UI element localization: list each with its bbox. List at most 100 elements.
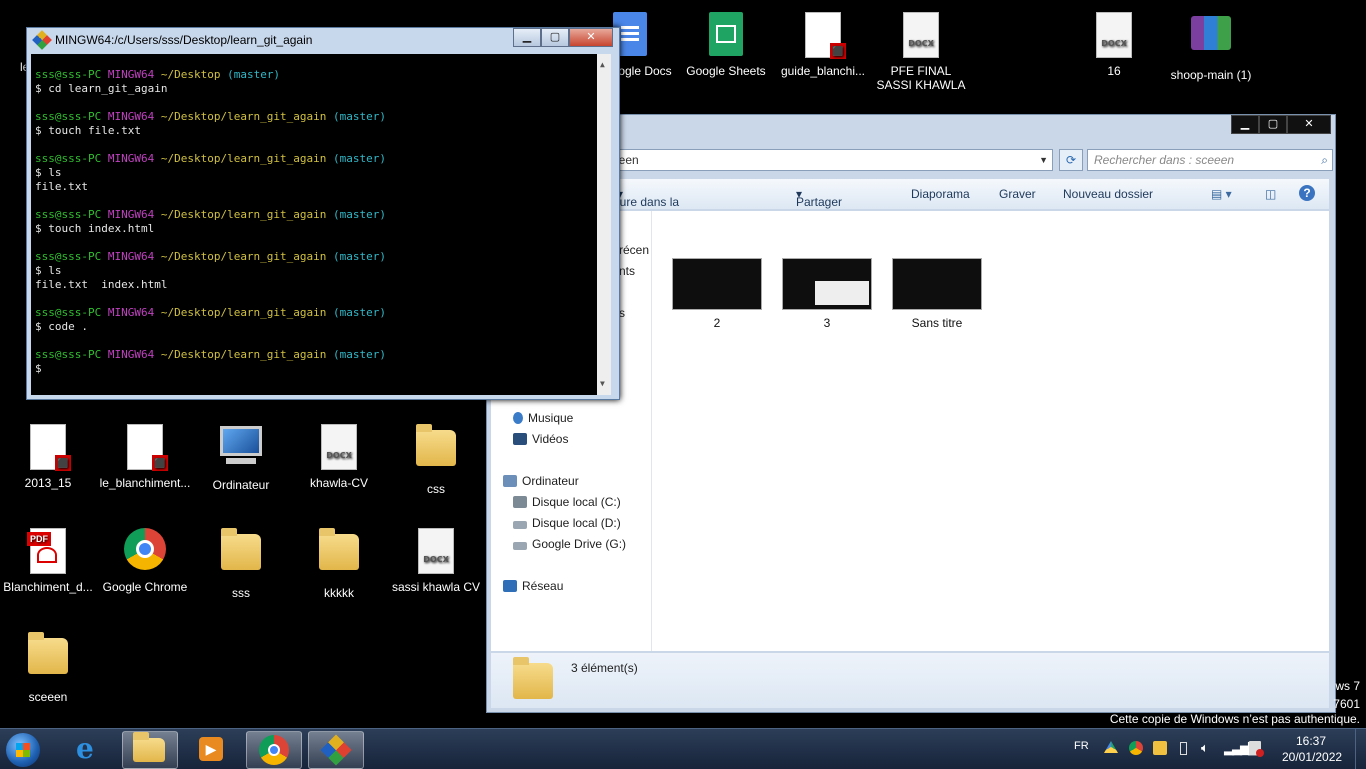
new-folder-button[interactable]: Nouveau dossier xyxy=(1063,187,1153,201)
desktop-icon-guide-blanchi[interactable]: ⬛ guide_blanchi... xyxy=(775,10,871,78)
desktop-icon-label: khawla-CV xyxy=(309,476,369,490)
nav-item-disk-c[interactable]: Disque local (C:) xyxy=(513,493,621,511)
desktop-icon-sss[interactable]: sss xyxy=(193,526,289,600)
nav-item-disk-d[interactable]: Disque local (D:) xyxy=(513,514,621,532)
nav-item-partial[interactable]: récen xyxy=(619,241,649,259)
taskbar-chrome[interactable] xyxy=(246,731,302,769)
minimize-button[interactable]: ▁ xyxy=(1231,115,1259,134)
prompt-branch: (master) xyxy=(227,68,281,81)
desktop-icon-ordinateur[interactable]: Ordinateur xyxy=(193,422,289,492)
prompt-user: sss@sss-PC xyxy=(35,306,102,319)
watermark-line1: ws 7 xyxy=(1335,679,1360,693)
slideshow-button[interactable]: Diaporama xyxy=(911,187,970,201)
prompt-user: sss@sss-PC xyxy=(35,208,102,221)
battery-icon[interactable] xyxy=(1180,742,1187,755)
nav-item-network[interactable]: Réseau xyxy=(503,577,563,595)
google-drive-tray-icon[interactable] xyxy=(1104,741,1118,753)
git-bash-icon xyxy=(32,30,52,50)
preview-pane-icon[interactable]: ◫ xyxy=(1265,187,1276,201)
desktop-icon-google-sheets[interactable]: Google Sheets xyxy=(678,10,774,78)
desktop-icon-label: le_blanchiment... xyxy=(99,476,191,490)
desktop-icon-css[interactable]: css xyxy=(388,422,484,496)
address-bar[interactable]: eeen ▼ xyxy=(607,149,1053,171)
nav-item-partial[interactable]: nts xyxy=(619,262,635,280)
nav-item-google-drive[interactable]: Google Drive (G:) xyxy=(513,535,626,553)
disk-icon xyxy=(513,521,527,529)
prompt-path: ~/Desktop/learn_git_again xyxy=(160,306,327,319)
action-center-icon[interactable] xyxy=(1249,741,1264,757)
file-list: 2 3 Sans titre xyxy=(652,211,1329,651)
desktop-icon-label: Google Sheets xyxy=(686,64,766,78)
search-input[interactable]: Rechercher dans : sceeen ⌕ xyxy=(1087,149,1333,171)
prompt-shell: MINGW64 xyxy=(107,348,155,361)
command-output: file.txt index.html xyxy=(35,278,168,291)
prompt-branch: (master) xyxy=(333,306,387,319)
status-count: 3 élément(s) xyxy=(571,661,638,675)
burn-button[interactable]: Graver xyxy=(999,187,1036,201)
file-item[interactable]: Sans titre xyxy=(892,258,982,330)
prompt-path: ~/Desktop/learn_git_again xyxy=(160,208,327,221)
volume-icon[interactable]: 🔈︎ xyxy=(1201,740,1209,756)
nav-item-computer[interactable]: Ordinateur xyxy=(503,472,579,490)
desktop-icon-sassi-khawla-cv[interactable]: DOCX sassi khawla CV xyxy=(388,526,484,594)
explorer-window-controls: ▁ ▢ ✕ xyxy=(1231,115,1331,134)
help-icon[interactable]: ? xyxy=(1299,185,1315,201)
terminal-title: MINGW64:/c/Users/sss/Desktop/learn_git_a… xyxy=(55,33,313,47)
search-icon[interactable]: ⌕ xyxy=(1321,150,1328,170)
desktop-icon-le-blanchiment[interactable]: ⬛ le_blanchiment... xyxy=(97,422,193,490)
command-line: $ touch index.html xyxy=(35,222,155,235)
taskbar-media-player[interactable]: ▶ xyxy=(184,731,238,767)
view-options-icon[interactable]: ▤ ▾ xyxy=(1211,187,1232,201)
desktop-icon-khawla-cv[interactable]: DOCX khawla-CV xyxy=(291,422,387,490)
command-line: $ code . xyxy=(35,320,88,333)
share-with-button[interactable]: Partager avec ▾ xyxy=(796,187,842,223)
desktop-icon-sceeen[interactable]: sceeen xyxy=(0,630,96,704)
watermark-line2: 7601 xyxy=(1333,697,1360,711)
language-indicator[interactable]: FR xyxy=(1074,740,1089,752)
desktop-icon-label: Google Chrome xyxy=(102,580,188,594)
file-item[interactable]: 2 xyxy=(672,258,762,330)
clock-date[interactable]: 20/01/2022 xyxy=(1282,750,1342,764)
desktop-icon-pfe-final[interactable]: DOCX PFE FINAL SASSI KHAWLA xyxy=(873,10,969,92)
taskbar-git-bash[interactable] xyxy=(308,731,364,769)
maximize-button[interactable]: ▢ xyxy=(541,28,569,47)
prompt-shell: MINGW64 xyxy=(107,306,155,319)
desktop-icon-16[interactable]: DOCX 16 xyxy=(1066,10,1162,78)
desktop-icon-2013-15[interactable]: ⬛ 2013_15 xyxy=(0,422,96,490)
internet-explorer-icon: e xyxy=(76,732,94,765)
terminal-titlebar[interactable]: MINGW64:/c/Users/sss/Desktop/learn_git_a… xyxy=(27,28,619,52)
prompt-shell: MINGW64 xyxy=(107,208,155,221)
scrollbar[interactable]: ▲ ▼ xyxy=(597,54,611,395)
desktop-icon-blanchiment-d[interactable]: PDF Blanchiment_d... xyxy=(0,526,96,594)
nav-item-videos[interactable]: Vidéos xyxy=(513,430,568,448)
chrome-tray-icon[interactable] xyxy=(1129,741,1143,755)
desktop-icon-label: Blanchiment_d... xyxy=(3,580,93,594)
network-tray-icon[interactable] xyxy=(1153,741,1167,755)
folder-icon xyxy=(412,424,460,478)
prompt-user: sss@sss-PC xyxy=(35,348,102,361)
clock-time[interactable]: 16:37 xyxy=(1296,734,1326,748)
close-button[interactable]: ✕ xyxy=(569,28,613,47)
prompt-branch: (master) xyxy=(333,348,387,361)
desktop-icon-kkkkk[interactable]: kkkkk xyxy=(291,526,387,600)
nav-item-music[interactable]: Musique xyxy=(513,409,573,427)
minimize-button[interactable]: ▁ xyxy=(513,28,541,47)
prompt-line: sss@sss-PC MINGW64 ~/Desktop/learn_git_a… xyxy=(35,208,386,222)
taskbar-explorer[interactable] xyxy=(122,731,178,769)
taskbar-internet-explorer[interactable]: e xyxy=(62,731,116,767)
start-button[interactable] xyxy=(6,733,40,767)
desktop-icon-google-chrome[interactable]: Google Chrome xyxy=(97,526,193,594)
chevron-down-icon[interactable]: ▼ xyxy=(1039,150,1048,170)
prompt-user: sss@sss-PC xyxy=(35,68,102,81)
terminal-lines: sss@sss-PC MINGW64 ~/Desktop (master) $ c… xyxy=(35,68,386,376)
terminal-output[interactable]: sss@sss-PC MINGW64 ~/Desktop (master) $ c… xyxy=(31,54,611,395)
desktop-icon-shoop-main[interactable]: shoop-main (1) xyxy=(1163,10,1259,82)
file-item[interactable]: 3 xyxy=(782,258,872,330)
maximize-button[interactable]: ▢ xyxy=(1259,115,1287,134)
close-button[interactable]: ✕ xyxy=(1287,115,1331,134)
show-desktop-button[interactable] xyxy=(1355,729,1366,769)
refresh-button[interactable]: ⟳ xyxy=(1059,149,1083,171)
terminal-window[interactable]: MINGW64:/c/Users/sss/Desktop/learn_git_a… xyxy=(26,27,620,400)
